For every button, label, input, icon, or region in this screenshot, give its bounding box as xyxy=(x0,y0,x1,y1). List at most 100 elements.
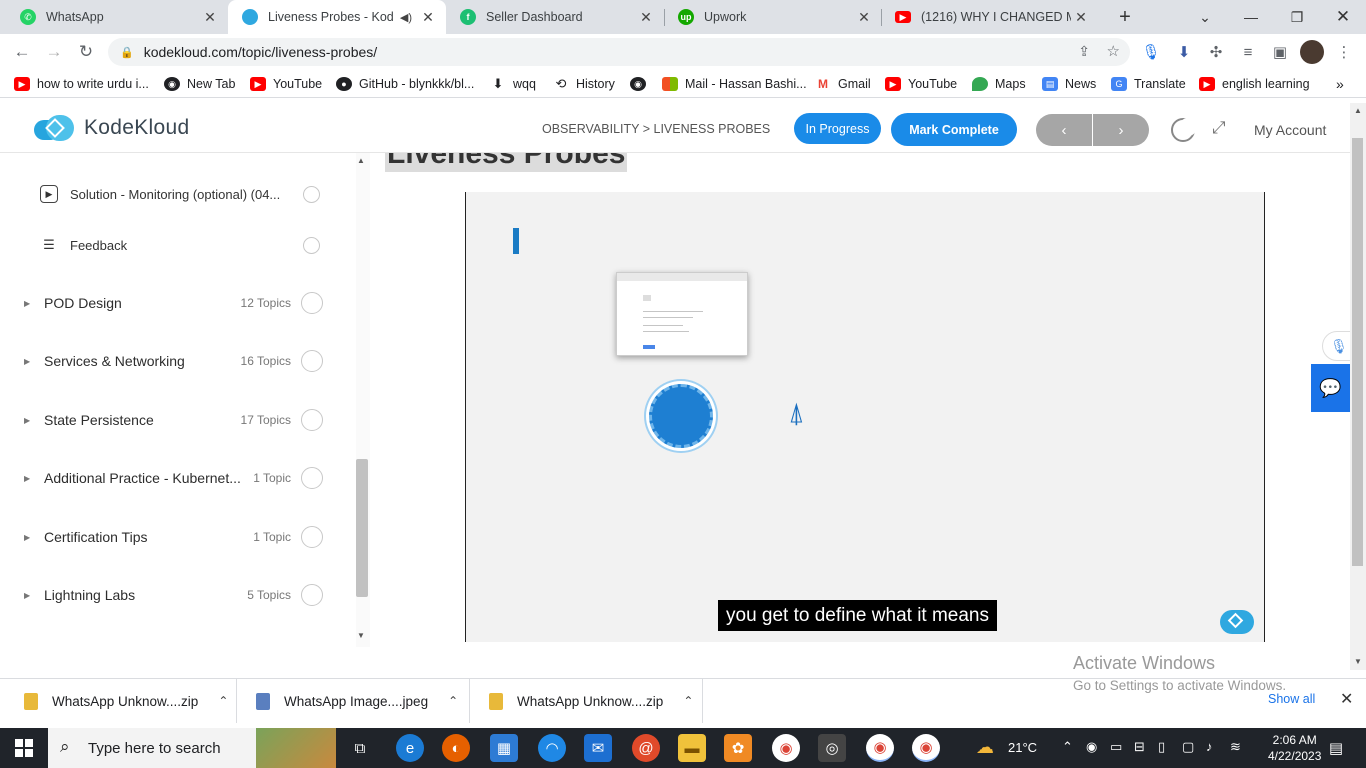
share-icon[interactable]: ⇪ xyxy=(1078,43,1090,60)
breadcrumb[interactable]: OBSERVABILITY > LIVENESS PROBES xyxy=(542,122,770,136)
next-lesson-button[interactable]: › xyxy=(1093,114,1149,146)
bookmark-translate[interactable]: G Translate xyxy=(1111,75,1186,93)
network-icon[interactable]: ⊟ xyxy=(1134,739,1145,755)
tab-whatsapp[interactable]: ✆ WhatsApp ✕ xyxy=(6,0,228,34)
file-explorer-icon[interactable]: ▬ xyxy=(678,734,706,762)
chrome-profile-icon[interactable]: ◉ xyxy=(866,734,894,762)
chevron-up-icon[interactable]: ⌃ xyxy=(1062,739,1073,755)
extensions-icon[interactable]: ✣ xyxy=(1204,40,1228,64)
scroll-down-icon[interactable]: ▼ xyxy=(357,631,365,640)
bookmark-wqq[interactable]: ⬇ wqq xyxy=(490,75,536,93)
camera-icon[interactable]: ▢ xyxy=(1182,739,1194,755)
close-icon[interactable]: ✕ xyxy=(636,9,656,26)
lesson-item-solution-monitoring[interactable]: ▶ Solution - Monitoring (optional) (04..… xyxy=(40,182,330,206)
notification-icon[interactable]: ▤ xyxy=(1322,734,1350,762)
new-tab-button[interactable]: + xyxy=(1102,0,1148,34)
download-item[interactable]: WhatsApp Image....jpeg ⌃ xyxy=(256,679,458,723)
mark-complete-button[interactable]: Mark Complete xyxy=(891,113,1017,146)
side-panel-icon[interactable]: ▣ xyxy=(1268,40,1292,64)
page-scrollbar-thumb[interactable] xyxy=(1352,138,1363,566)
taskbar-clock[interactable]: 2:06 AM 4/22/2023 xyxy=(1268,732,1321,764)
sidebar-scrollbar-thumb[interactable] xyxy=(356,459,368,597)
chrome-profile-h-icon[interactable]: ◉ xyxy=(912,734,940,762)
scroll-up-icon[interactable]: ▲ xyxy=(357,156,365,165)
edge-icon[interactable]: e xyxy=(396,734,424,762)
media-control-icon[interactable]: ≡ xyxy=(1236,40,1260,64)
video-watermark-logo xyxy=(1216,608,1258,636)
previous-lesson-button[interactable]: ‹ xyxy=(1036,114,1092,146)
kodekloud-logo[interactable]: KodeKloud xyxy=(34,115,189,141)
taskbar-search[interactable]: ⌕ Type here to search xyxy=(48,728,336,768)
download-extension-icon[interactable]: ⬇ xyxy=(1172,40,1196,64)
video-player[interactable]: ⍋ xyxy=(465,192,1265,642)
chevron-up-icon[interactable]: ⌃ xyxy=(448,694,458,708)
tab-search-icon[interactable]: ⌄ xyxy=(1182,0,1228,34)
bookmark-maps[interactable]: Maps xyxy=(972,75,1026,93)
chevron-up-icon[interactable]: ⌃ xyxy=(683,694,693,708)
section-status-circle xyxy=(301,292,323,314)
speaker-icon[interactable]: ◀) xyxy=(400,11,412,24)
battery-icon[interactable]: ▭ xyxy=(1110,739,1122,755)
bookmark-how-to-write-urdu[interactable]: ▶ how to write urdu i... xyxy=(14,75,149,93)
bookmark-new-tab[interactable]: ◉ New Tab xyxy=(164,75,235,93)
wifi-icon[interactable]: ≋ xyxy=(1230,739,1241,755)
bookmark-globe[interactable]: ◉ xyxy=(630,75,653,93)
bookmark-mail[interactable]: Mail - Hassan Bashi... xyxy=(662,75,807,93)
chevron-up-icon[interactable]: ⌃ xyxy=(218,694,228,708)
tab-upwork[interactable]: up Upwork ✕ xyxy=(664,0,882,34)
settings-app-icon[interactable]: ✿ xyxy=(724,734,752,762)
bookmark-news[interactable]: ▤ News xyxy=(1042,75,1096,93)
volume-icon[interactable]: ♪ xyxy=(1206,739,1213,754)
close-icon[interactable]: ✕ xyxy=(200,9,220,26)
close-icon[interactable]: ✕ xyxy=(854,9,874,26)
close-icon[interactable]: ✕ xyxy=(418,9,438,26)
chat-app-icon[interactable]: ◠ xyxy=(538,734,566,762)
task-view-icon[interactable]: ⧉ xyxy=(346,734,374,762)
lesson-item-feedback[interactable]: ☰ Feedback xyxy=(40,233,330,257)
back-button[interactable]: ← xyxy=(8,38,36,66)
voice-extension-icon[interactable]: 🎙 xyxy=(1139,40,1163,64)
store-icon[interactable]: ▦ xyxy=(490,734,518,762)
my-account-link[interactable]: My Account xyxy=(1254,122,1326,138)
bookmark-youtube-2[interactable]: ▶ YouTube xyxy=(885,75,957,93)
chrome-icon[interactable]: ◉ xyxy=(772,734,800,762)
tab-youtube-video[interactable]: ▶ (1216) WHY I CHANGED MY ✕ xyxy=(881,0,1099,34)
mail-icon[interactable]: ✉ xyxy=(584,734,612,762)
tab-liveness-probes[interactable]: Liveness Probes - KodeKl ◀) ✕ xyxy=(228,0,446,34)
download-item[interactable]: WhatsApp Unknow....zip ⌃ xyxy=(24,679,228,723)
phone-link-icon[interactable]: ▯ xyxy=(1158,739,1165,755)
close-icon[interactable]: ✕ xyxy=(1340,689,1353,709)
upwork-icon: up xyxy=(678,9,694,25)
avatar[interactable] xyxy=(1300,40,1324,64)
scroll-down-icon[interactable]: ▼ xyxy=(1354,657,1362,666)
fullscreen-icon[interactable]: ⤢ xyxy=(1212,118,1226,138)
show-all-downloads-link[interactable]: Show all xyxy=(1268,692,1315,706)
forward-button[interactable]: → xyxy=(40,38,68,66)
temperature[interactable]: 21°C xyxy=(1008,740,1037,755)
scroll-up-icon[interactable]: ▲ xyxy=(1354,106,1362,115)
windows-start-button[interactable] xyxy=(0,728,48,768)
close-icon[interactable]: ✕ xyxy=(1071,9,1091,26)
download-item[interactable]: WhatsApp Unknow....zip ⌃ xyxy=(489,679,693,723)
reload-button[interactable]: ↻ xyxy=(72,38,100,66)
minimize-button[interactable]: — xyxy=(1228,0,1274,34)
bookmark-english-learning[interactable]: ▶ english learning xyxy=(1199,75,1310,93)
weather-icon[interactable]: ☁ xyxy=(976,737,994,758)
app-swirl-icon[interactable]: @ xyxy=(632,734,660,762)
dark-mode-icon[interactable] xyxy=(1171,118,1197,142)
menu-icon[interactable]: ⋮ xyxy=(1332,40,1356,64)
bookmark-youtube[interactable]: ▶ YouTube xyxy=(250,75,322,93)
bookmark-star-icon[interactable]: ☆ xyxy=(1107,42,1120,60)
address-bar[interactable]: 🔒 kodekloud.com/topic/liveness-probes/ ⇪… xyxy=(108,38,1130,66)
tab-seller-dashboard[interactable]: f Seller Dashboard ✕ xyxy=(446,0,664,34)
bookmark-github[interactable]: ● GitHub - blynkkk/bl... xyxy=(336,75,474,93)
record-icon[interactable]: ◉ xyxy=(1086,739,1097,755)
more-bookmarks-icon[interactable]: » xyxy=(1336,75,1344,93)
firefox-icon[interactable]: ◐ xyxy=(442,734,470,762)
bookmark-gmail[interactable]: M Gmail xyxy=(815,75,871,93)
restore-button[interactable]: ❐ xyxy=(1274,0,1320,34)
window-close-button[interactable]: ✕ xyxy=(1320,0,1366,34)
camera-app-icon[interactable]: ◎ xyxy=(818,734,846,762)
bookmark-history[interactable]: ⟲ History xyxy=(553,75,615,93)
chat-bubble-icon[interactable]: 💬 xyxy=(1311,364,1350,412)
